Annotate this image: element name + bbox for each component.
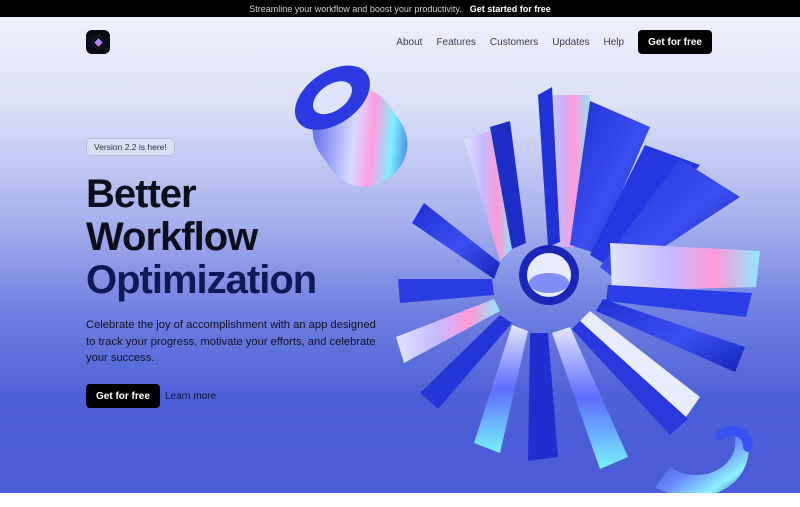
diamond-logo-icon <box>90 34 106 50</box>
hero-title: Better Workflow Optimization <box>86 172 317 302</box>
page-bottom-strip <box>0 493 800 507</box>
hero-learn-more-link[interactable]: Learn more <box>165 384 216 408</box>
announcement-text: Streamline your workflow and boost your … <box>249 3 462 14</box>
announcement-bar: Streamline your workflow and boost your … <box>0 0 800 17</box>
version-badge: Version 2.2 is here! <box>86 138 175 156</box>
hero-section: About Features Customers Updates Help Ge… <box>0 17 800 493</box>
hero-get-for-free-button[interactable]: Get for free <box>86 384 160 408</box>
hero-title-line-3: Optimization <box>86 258 317 302</box>
nav-link-updates[interactable]: Updates <box>552 37 589 48</box>
hero-title-line-1: Better <box>86 172 197 216</box>
nav-link-customers[interactable]: Customers <box>490 37 538 48</box>
hero-description: Celebrate the joy of accomplishment with… <box>86 319 376 364</box>
main-nav: About Features Customers Updates Help Ge… <box>382 30 712 54</box>
nav-link-about[interactable]: About <box>396 37 422 48</box>
announcement-cta-link[interactable]: Get started for free <box>470 4 551 14</box>
hero-title-line-2: Workflow <box>86 215 258 259</box>
brand-logo[interactable] <box>86 30 110 54</box>
nav-link-help[interactable]: Help <box>604 37 625 48</box>
nav-get-for-free-button[interactable]: Get for free <box>638 30 712 54</box>
nav-link-features[interactable]: Features <box>436 37 475 48</box>
